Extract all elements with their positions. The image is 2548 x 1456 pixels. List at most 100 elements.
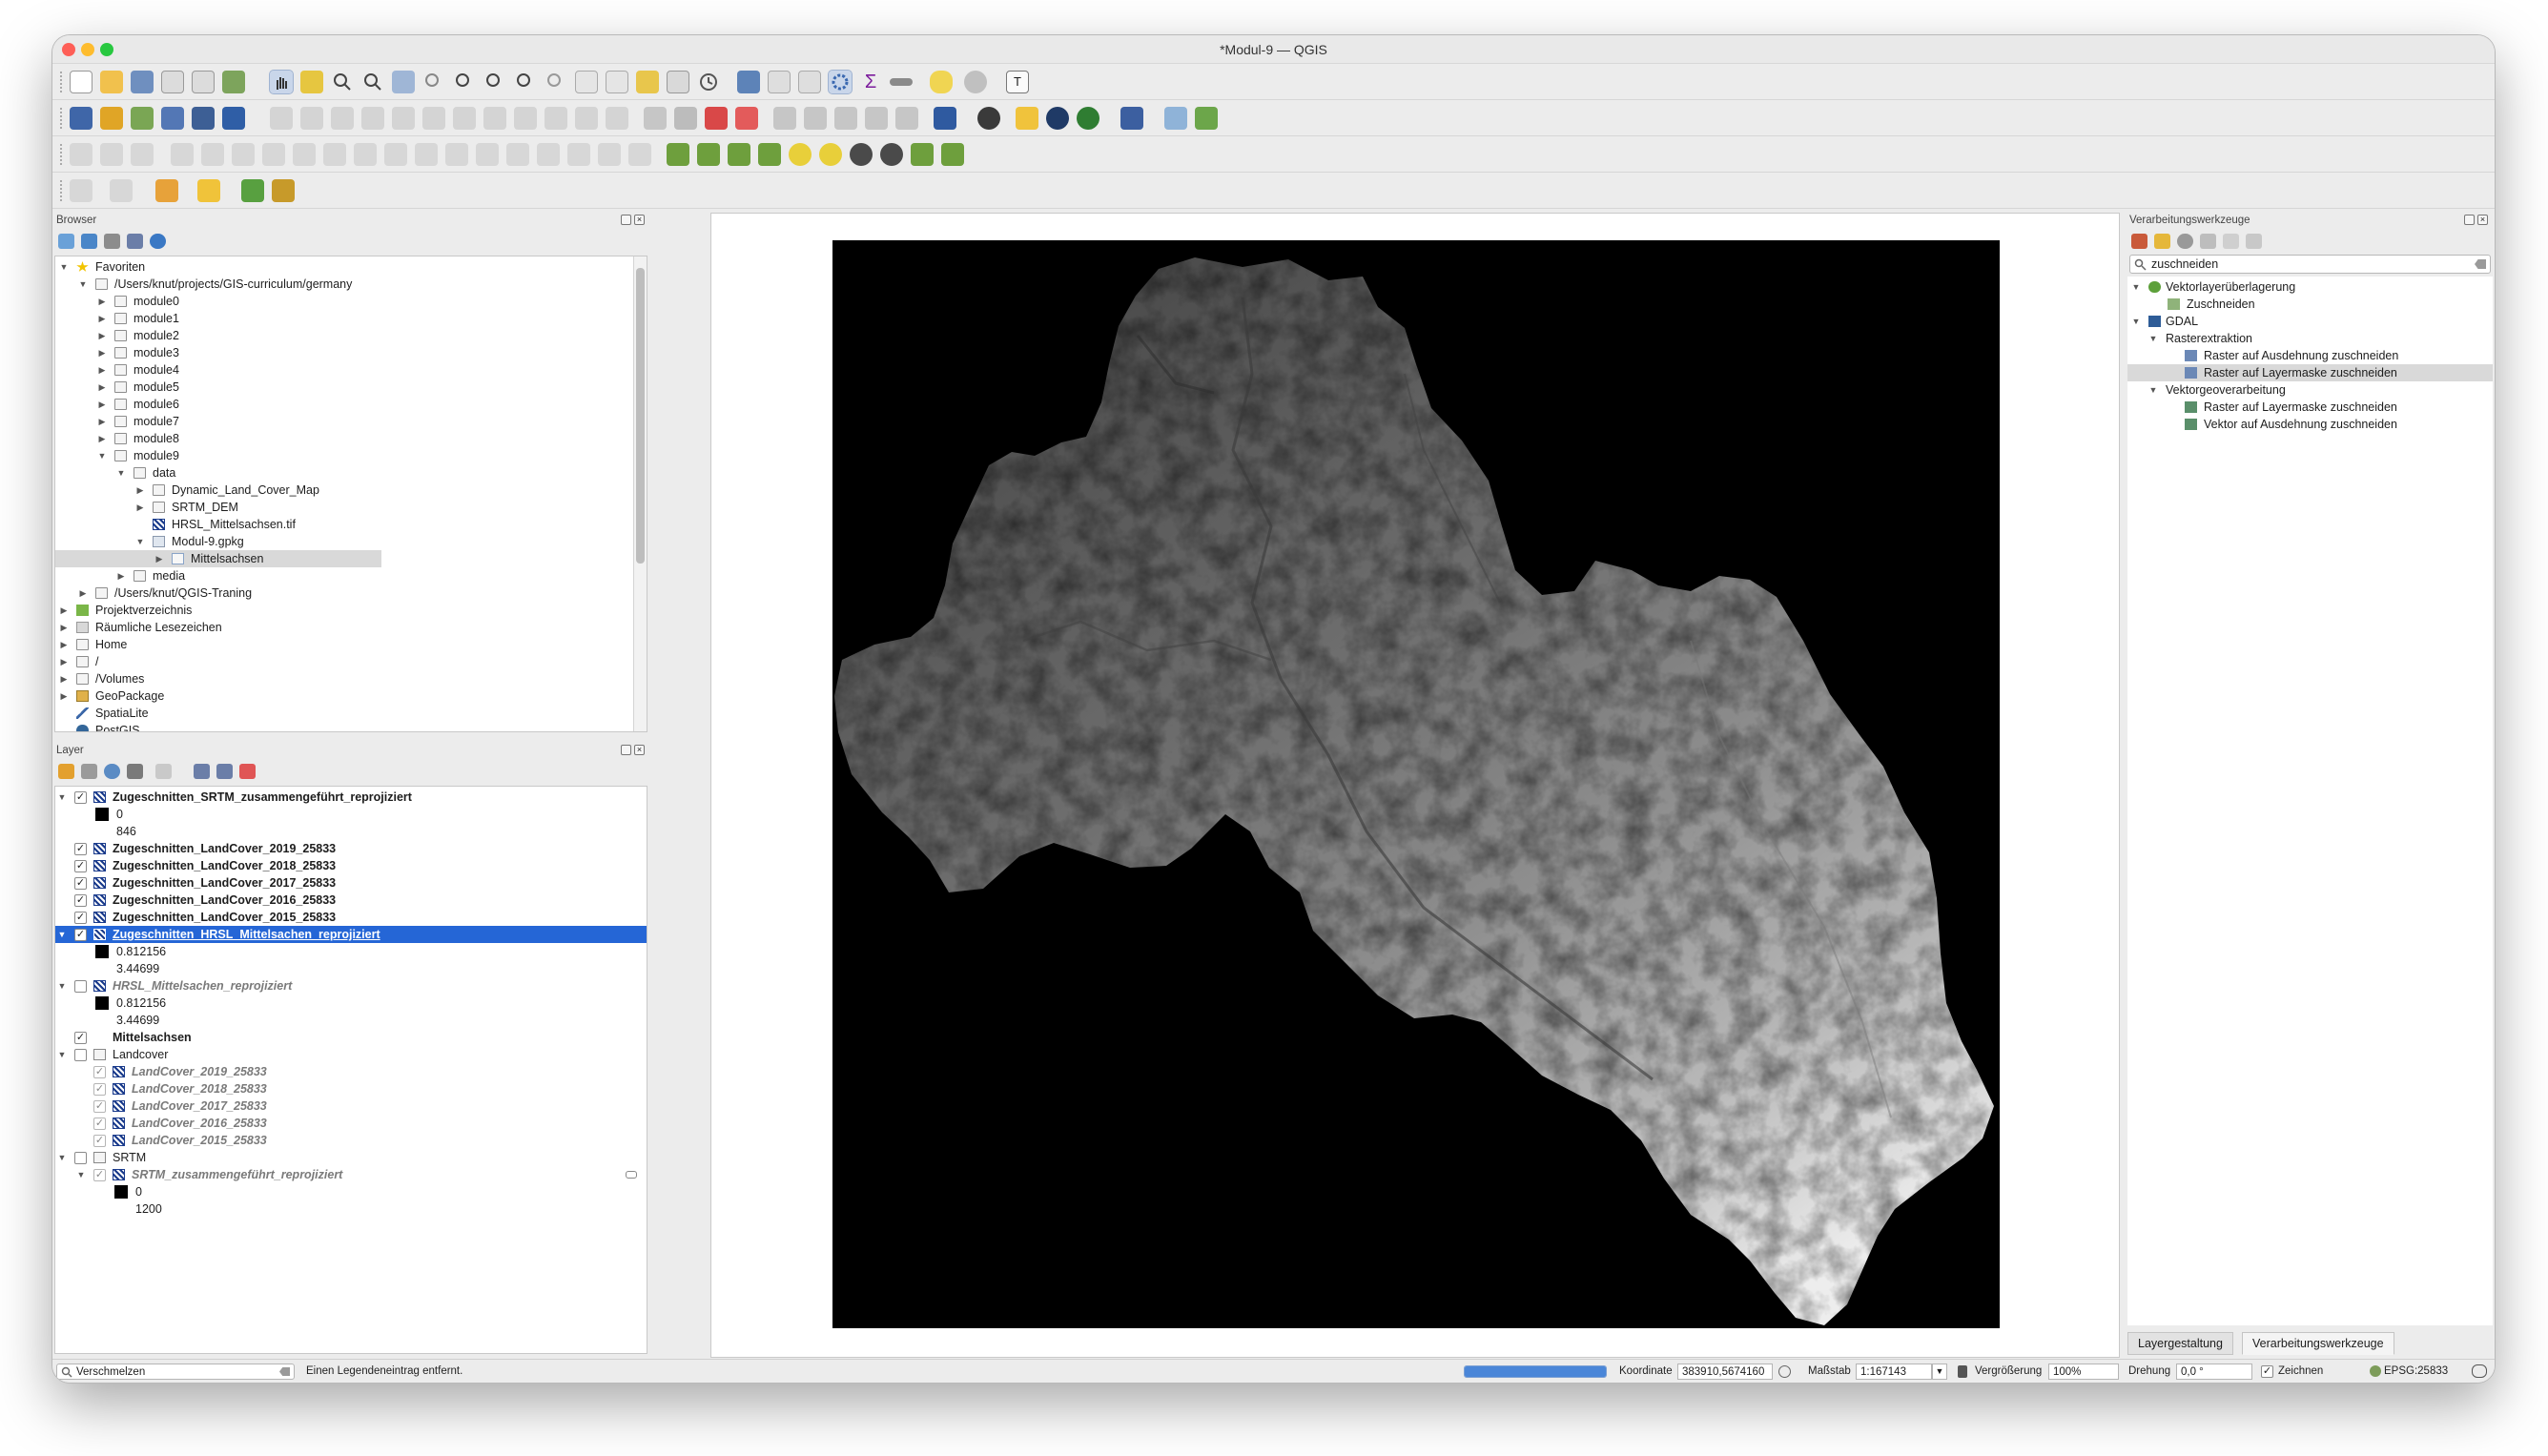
processing-search-input[interactable]: zuschneiden [2151,257,2218,271]
zoom-next-icon[interactable] [545,71,567,93]
open-layer-styling-icon[interactable] [58,764,74,779]
data-source-manager-icon[interactable] [70,107,92,130]
redo-icon[interactable] [606,107,628,130]
layer-visibility-checkbox[interactable]: ✓ [74,912,87,924]
plugin-reloader-icon[interactable] [1164,107,1187,130]
quickmapservices-icon[interactable] [1046,107,1069,130]
close-panel-button[interactable]: × [2477,215,2488,225]
clear-search-icon[interactable] [2475,259,2486,269]
save-edits-icon[interactable] [331,107,354,130]
cut-features-icon[interactable] [483,107,506,130]
scale-field[interactable]: 1:167143 [1856,1364,1932,1380]
local-stretch-icon[interactable] [728,143,750,166]
statistical-summary-icon[interactable]: Σ [859,71,882,93]
layer-visibility-checkbox[interactable] [74,980,87,993]
magnifier-field[interactable]: 100% [2048,1364,2119,1380]
show-bookmarks-icon[interactable] [667,71,689,93]
float-panel-button[interactable] [621,745,631,755]
merge-features-icon[interactable] [476,143,499,166]
increase-brightness-icon[interactable] [789,143,812,166]
qgis-plugin-icon[interactable] [1077,107,1099,130]
full-stretch-icon[interactable] [758,143,781,166]
reshape-icon[interactable] [262,143,285,166]
layer-visibility-checkbox[interactable]: ✓ [74,877,87,890]
new-geopackage-layer-icon[interactable] [100,107,123,130]
label-abc-icon[interactable] [735,107,758,130]
add-raster-layer-icon[interactable] [161,107,184,130]
highlight-label-icon[interactable] [705,107,728,130]
select-by-expression-icon[interactable] [197,179,220,202]
toggle-coordinate-icon[interactable] [1778,1365,1791,1378]
filter-legend-icon[interactable] [127,764,143,779]
measure-line-icon[interactable] [890,78,913,86]
decrease-brightness-icon[interactable] [819,143,842,166]
layer-visibility-checkbox[interactable]: ✓ [74,929,87,941]
merge-attributes-icon[interactable] [506,143,529,166]
layer-row-selected[interactable]: ▼ ✓ Zugeschnitten_HRSL_Mittelsachen_reproj… [55,926,647,943]
tab-processing-toolbox[interactable]: Verarbeitungswerkzeuge [2242,1332,2394,1355]
new-project-icon[interactable] [70,71,92,93]
expand-all-icon[interactable] [194,764,210,779]
copy-features-icon[interactable] [514,107,537,130]
layer-row[interactable]: ▼ ✓ Zugeschnitten_SRTM_zusammengeführt_rep… [55,789,647,806]
processing-options-icon[interactable] [2246,234,2262,249]
help-icon[interactable] [1120,107,1143,130]
rotate-feature-icon[interactable] [628,143,651,166]
python-console-icon[interactable] [1016,107,1038,130]
zoom-to-selection-icon[interactable] [422,71,445,93]
delete-ring-icon[interactable] [201,143,224,166]
vertex-tool-icon[interactable] [392,107,415,130]
messages-icon[interactable] [2472,1364,2487,1378]
tab-layer-styling[interactable]: Layergestaltung [2127,1332,2233,1355]
new-bookmark-icon[interactable] [636,71,659,93]
zoom-to-layer-icon[interactable] [453,71,476,93]
deselect-features-icon[interactable] [110,179,133,202]
add-layer-icon[interactable] [58,234,74,249]
toggle-editing-icon[interactable] [300,107,323,130]
zoom-full-icon[interactable] [392,71,415,93]
scale-feature-icon[interactable] [598,143,621,166]
rotation-field[interactable]: 0,0 ° [2176,1364,2252,1380]
run-model-icon[interactable] [241,179,264,202]
coordinate-field[interactable]: 383910,5674160 [1677,1364,1773,1380]
scripts-icon[interactable] [2154,234,2170,249]
layer-visibility-checkbox[interactable]: ✓ [93,1118,106,1130]
add-vector-layer-icon[interactable] [131,107,154,130]
open-field-calculator-icon[interactable] [798,71,821,93]
offset-symbols-icon[interactable] [567,143,590,166]
properties-icon[interactable] [150,234,166,249]
fill-ring-icon[interactable] [171,143,194,166]
simplify-icon[interactable] [384,143,407,166]
dem-raster[interactable] [832,240,2000,1328]
modify-attributes-icon[interactable] [422,107,445,130]
close-panel-button[interactable]: × [634,215,645,225]
show-hide-labels-icon[interactable] [895,107,918,130]
new-3d-map-view-icon[interactable] [606,71,628,93]
raster-stats-icon[interactable] [911,143,934,166]
group-visibility-checkbox[interactable] [74,1152,87,1164]
scale-dropdown-button[interactable]: ▼ [1932,1364,1947,1380]
db-manager-icon[interactable] [934,107,956,130]
layer-visibility-checkbox[interactable]: ✓ [93,1100,106,1113]
layer-row[interactable]: ▼ ✓ SRTM_zusammengeführt_reprojiziert [55,1166,647,1183]
digitize-icon[interactable] [361,107,384,130]
float-panel-button[interactable] [2464,215,2475,225]
render-checkbox[interactable]: ✓ [2261,1365,2273,1378]
layer-visibility-checkbox[interactable]: ✓ [93,1066,106,1078]
filter-icon[interactable] [104,234,120,249]
layer-visibility-checkbox[interactable]: ✓ [74,860,87,872]
increase-contrast-icon[interactable] [850,143,873,166]
reverse-line-icon[interactable] [323,143,346,166]
layer-visibility-checkbox[interactable]: ✓ [93,1135,106,1147]
actions-icon[interactable] [964,71,987,93]
layer-visibility-checkbox[interactable]: ✓ [93,1083,106,1096]
label-toolbar-icon[interactable] [644,107,667,130]
layout-manager-icon[interactable] [192,71,215,93]
move-label-icon[interactable] [773,107,796,130]
add-group-icon[interactable] [81,764,97,779]
float-panel-button[interactable] [621,215,631,225]
add-part-icon[interactable] [131,143,154,166]
map-canvas[interactable] [710,213,2120,1358]
tree-item-selected[interactable]: ▶ Mittelsachsen [55,550,381,567]
add-ring-icon[interactable] [100,143,123,166]
